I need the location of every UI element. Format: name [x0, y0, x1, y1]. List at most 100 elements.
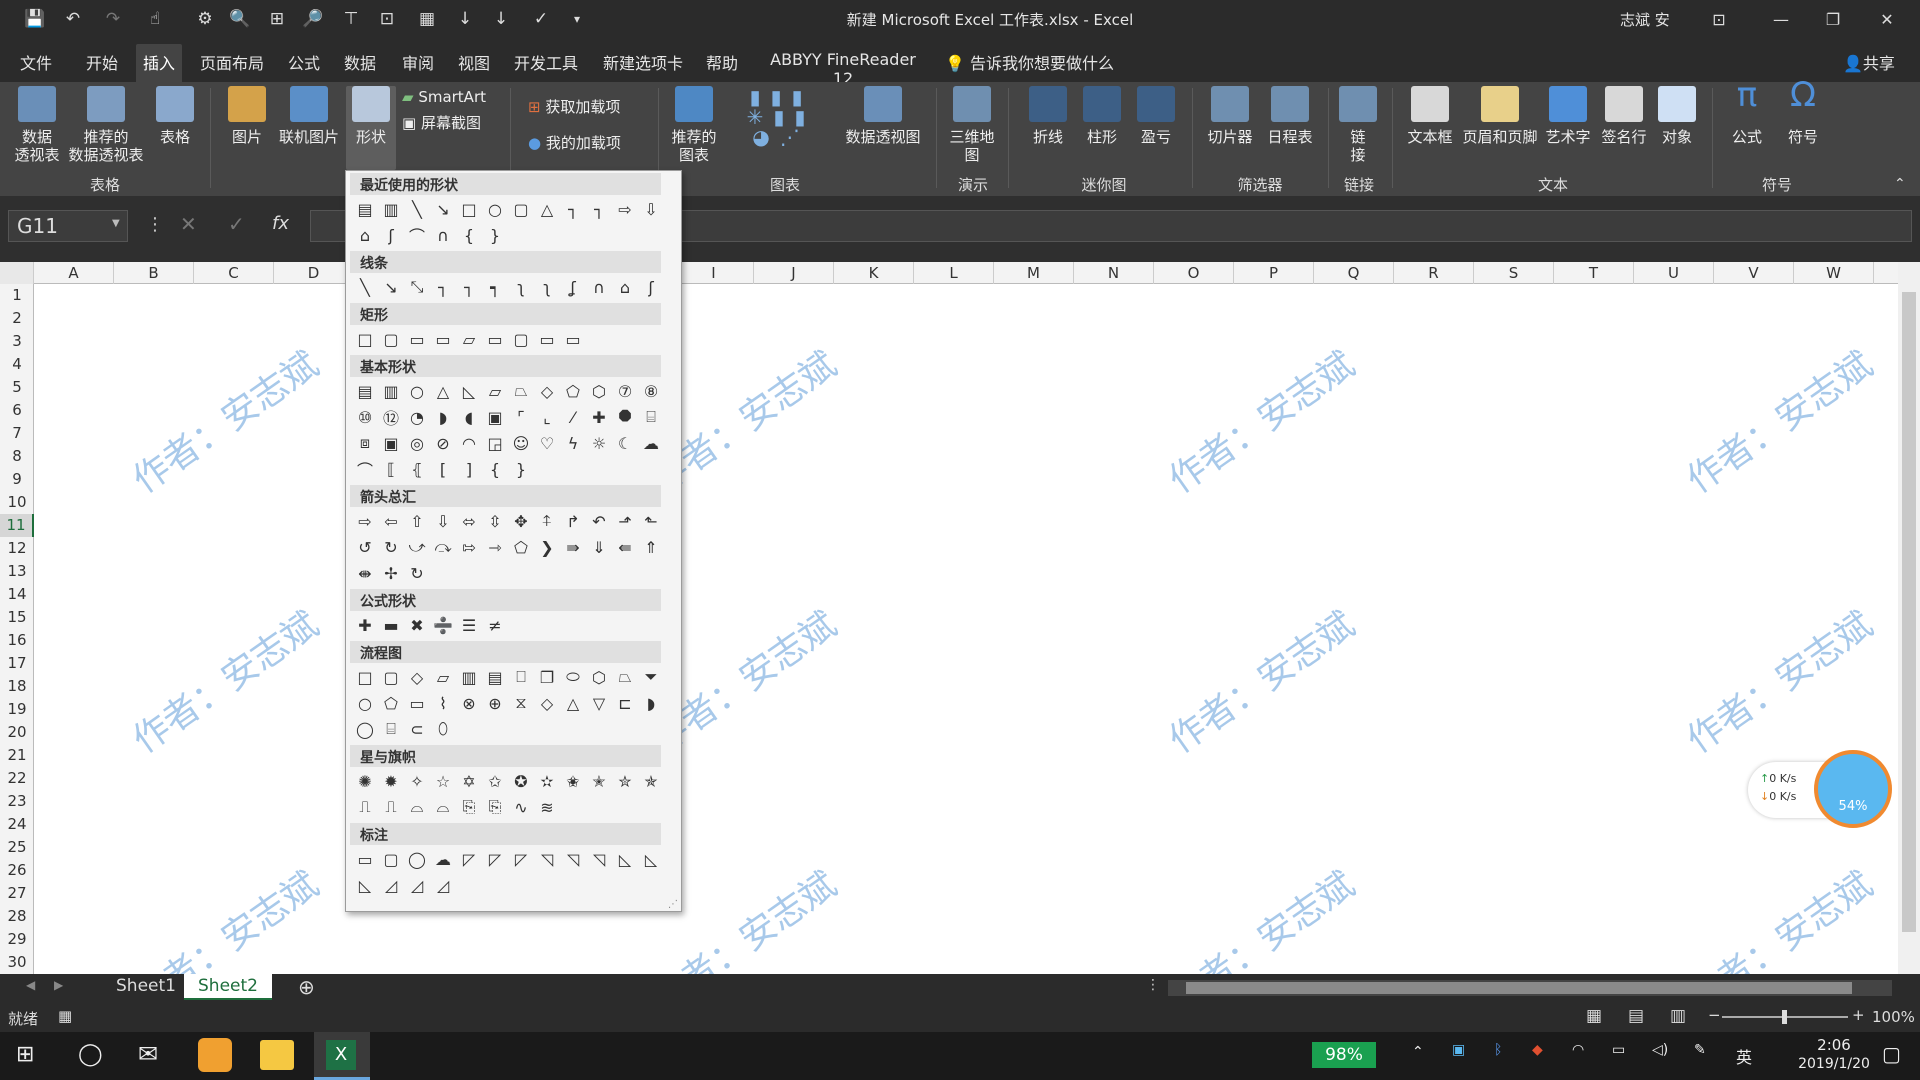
network-app-icon[interactable]: ▣ [1452, 1042, 1465, 1058]
up-down-arrow-shape-icon[interactable]: ⇳ [482, 509, 508, 533]
mail-icon[interactable]: ✉ [138, 1040, 158, 1068]
explosion2-shape-icon[interactable]: ✹ [378, 769, 404, 793]
multiply-shape-icon[interactable]: ✖ [404, 613, 430, 637]
right-triangle-shape-icon[interactable]: ◺ [456, 379, 482, 403]
elbow-connector-shape-icon[interactable]: ┐ [430, 275, 456, 299]
sort-desc-icon[interactable]: ↓ [486, 6, 516, 32]
volume-icon[interactable]: ◁) [1652, 1042, 1668, 1058]
name-box[interactable]: G11 [8, 210, 128, 242]
left-up-arrow-shape-icon[interactable]: ⬏ [612, 509, 638, 533]
left-arrow-shape-icon[interactable]: ⇦ [378, 509, 404, 533]
clock-time[interactable]: 2:06 [1794, 1036, 1874, 1054]
octagon-shape-icon[interactable]: ⑧ [638, 379, 664, 403]
zoom-icon[interactable]: 🔎 [298, 6, 328, 32]
tab-new[interactable]: 新建选项卡 [598, 44, 688, 82]
curve-shape-icon[interactable]: ∩ [430, 223, 456, 247]
row-header[interactable]: 18 [0, 675, 34, 698]
online-pictures-button[interactable]: 联机图片 [276, 86, 342, 146]
row-header[interactable]: 23 [0, 790, 34, 813]
quad-arrow-callout-shape-icon[interactable]: ✢ [378, 561, 404, 585]
tab-abbyy[interactable]: ABBYY FineReader 12 [758, 44, 928, 88]
cloud-shape-icon[interactable]: ☁ [638, 431, 664, 455]
3d-map-button[interactable]: 三维地 图 [944, 86, 1000, 164]
up-arrow-callout-shape-icon[interactable]: ⇑ [638, 535, 664, 559]
line-callout2-shape-icon[interactable]: ◸ [482, 847, 508, 871]
snip-corner-rectangle-shape-icon[interactable]: ▭ [404, 327, 430, 351]
smartart-button[interactable]: ▰ SmartArt [402, 88, 494, 106]
sequential-access-shape-icon[interactable]: ◯ [352, 717, 378, 741]
normal-view-icon[interactable]: ▦ [1586, 1006, 1602, 1026]
cube-shape-icon[interactable]: ⧈ [352, 431, 378, 455]
double-brace-shape-icon[interactable]: ⦃ [404, 457, 430, 481]
search-icon[interactable]: ◯ [78, 1042, 103, 1067]
sparkline-line-button[interactable]: 折线 [1026, 86, 1070, 146]
left-right-arrow-shape-icon[interactable]: ⬄ [456, 509, 482, 533]
row-header[interactable]: 19 [0, 698, 34, 721]
left-brace-shape-icon[interactable]: { [456, 223, 482, 247]
manual-input-shape-icon[interactable]: ⏢ [612, 665, 638, 689]
connector-shape-icon[interactable]: ○ [352, 691, 378, 715]
star12-shape-icon[interactable]: ✬ [560, 769, 586, 793]
arc-shape-icon[interactable]: ⌒ [352, 457, 378, 481]
cancel-icon[interactable]: ✕ [180, 212, 197, 236]
teardrop-shape-icon[interactable]: ◖ [456, 405, 482, 429]
more-icon[interactable]: ⋮ [146, 214, 164, 235]
row-header[interactable]: 5 [0, 376, 34, 399]
predefined-process-shape-icon[interactable]: ▥ [456, 665, 482, 689]
vertical-text-box-shape-icon[interactable]: ▥ [378, 379, 404, 403]
quad-arrow-shape-icon[interactable]: ✥ [508, 509, 534, 533]
left-bracket-shape-icon[interactable]: [ [430, 457, 456, 481]
row-header[interactable]: 10 [0, 491, 34, 514]
snip-diagonal-shape-icon[interactable]: ▱ [456, 327, 482, 351]
process-shape-icon[interactable]: □ [352, 665, 378, 689]
zoom-in-icon[interactable]: + [1852, 1006, 1865, 1024]
form-icon[interactable]: ⊞ [262, 6, 292, 32]
chevron-shape-icon[interactable]: ❯ [534, 535, 560, 559]
windows-start-icon[interactable]: ⊞ [16, 1042, 34, 1067]
pie-shape-icon[interactable]: ◔ [404, 405, 430, 429]
row-header[interactable]: 7 [0, 422, 34, 445]
symbol-button[interactable]: Ω 符号 [1778, 78, 1828, 146]
left-right-up-arrow-shape-icon[interactable]: ⍏ [534, 509, 560, 533]
sort-shape-icon[interactable]: ◇ [534, 691, 560, 715]
col-header[interactable]: N [1074, 262, 1154, 284]
prev-sheet-icon[interactable]: ◀ [26, 978, 35, 992]
object-button[interactable]: 对象 [1652, 86, 1702, 146]
diamond-shape-icon[interactable]: ◇ [534, 379, 560, 403]
save-icon[interactable]: 💾 [20, 6, 50, 32]
round-two-corner-shape-icon[interactable]: ▭ [534, 327, 560, 351]
line-shape-icon[interactable]: ╲ [352, 275, 378, 299]
resize-grip-icon[interactable]: ⋰ [668, 899, 678, 910]
star7-shape-icon[interactable]: ✩ [482, 769, 508, 793]
display-shape-icon[interactable]: ⬯ [430, 717, 456, 741]
wordart-button[interactable]: 艺术字 [1540, 86, 1596, 146]
decision-shape-icon[interactable]: ◇ [404, 665, 430, 689]
tray-expand-icon[interactable]: ⌃ [1412, 1044, 1424, 1060]
sun-shape-icon[interactable]: ☼ [586, 431, 612, 455]
row-header[interactable]: 25 [0, 836, 34, 859]
col-header[interactable]: T [1554, 262, 1634, 284]
pentagon-arrow-shape-icon[interactable]: ⬠ [508, 535, 534, 559]
notification-icon[interactable]: ▢ [1882, 1042, 1901, 1066]
col-header[interactable]: L [914, 262, 994, 284]
decagon-shape-icon[interactable]: ⑩ [352, 405, 378, 429]
frame-shape-icon[interactable]: ▣ [482, 405, 508, 429]
enter-icon[interactable]: ✓ [228, 212, 245, 236]
row-header[interactable]: 13 [0, 560, 34, 583]
scroll-thumb[interactable] [1902, 292, 1916, 932]
double-bracket-shape-icon[interactable]: ⟦ [378, 457, 404, 481]
text-box-button[interactable]: 文本框 [1400, 86, 1460, 146]
sheet-tab[interactable]: Sheet1 [102, 974, 190, 1000]
star24-shape-icon[interactable]: ✮ [612, 769, 638, 793]
pictures-button[interactable]: 图片 [222, 86, 272, 146]
memory-ball[interactable]: 54% [1814, 750, 1892, 828]
explosion1-shape-icon[interactable]: ✺ [352, 769, 378, 793]
tab-formulas[interactable]: 公式 [282, 44, 326, 82]
parallelogram-shape-icon[interactable]: ▱ [482, 379, 508, 403]
chart-icon[interactable]: ⊡ [372, 6, 402, 32]
right-arrow-shape-icon[interactable]: ⇨ [612, 197, 638, 221]
col-header[interactable]: U [1634, 262, 1714, 284]
row-header[interactable]: 28 [0, 905, 34, 928]
row-header[interactable]: 29 [0, 928, 34, 951]
my-addins-button[interactable]: ● 我的加载项 [528, 134, 648, 152]
